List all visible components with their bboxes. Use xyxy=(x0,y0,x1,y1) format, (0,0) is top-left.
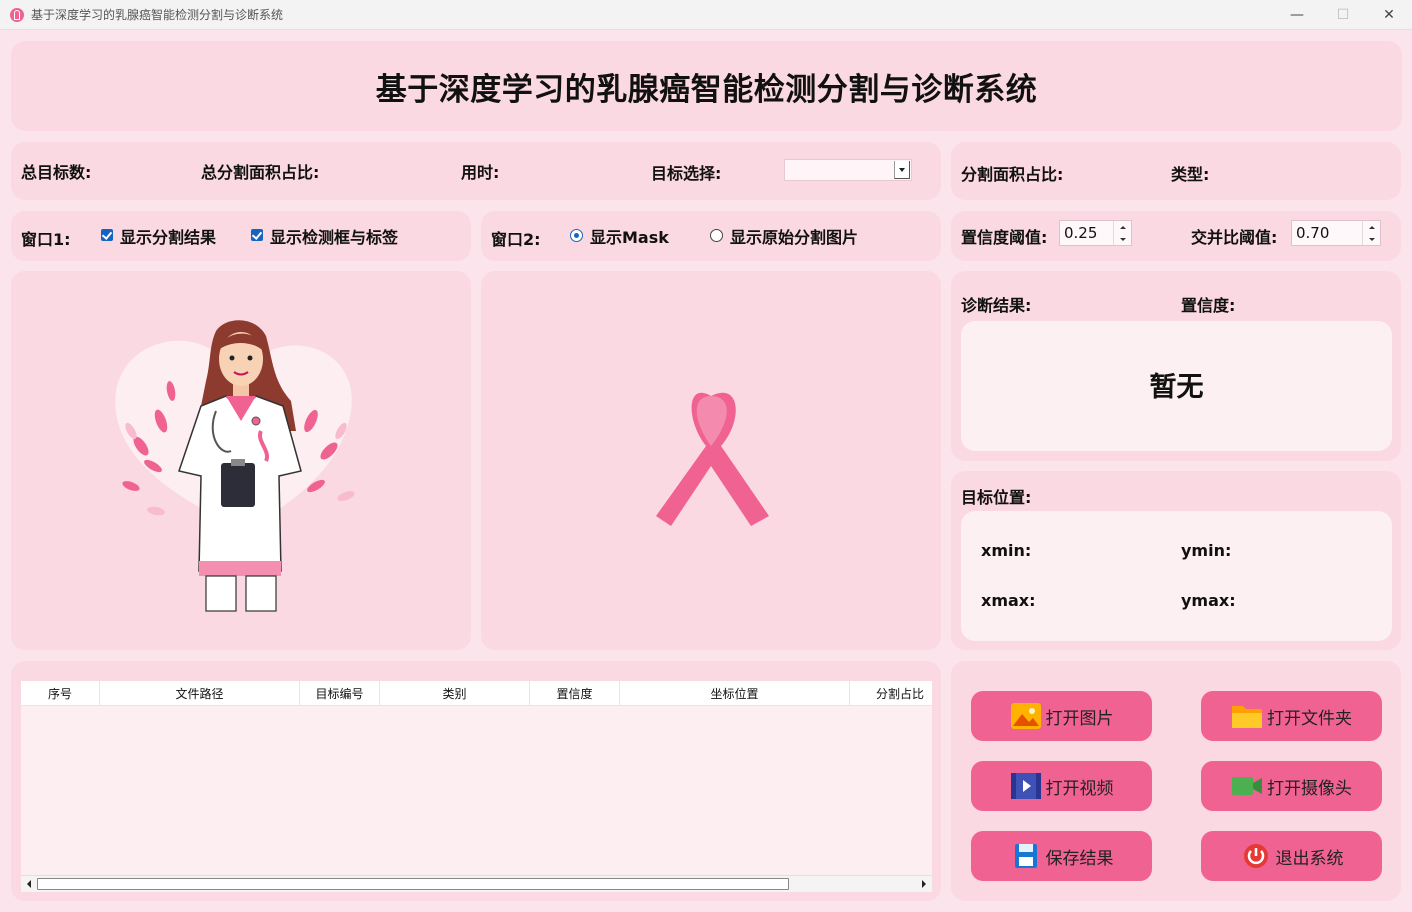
actions-panel: 打开图片 打开文件夹 打开视频 打开摄像头 保存结果 退出系统 xyxy=(951,661,1401,901)
ymin-label: ymin: xyxy=(1181,541,1232,560)
xmax-label: xmax: xyxy=(981,591,1036,610)
open-folder-label: 打开文件夹 xyxy=(1267,708,1352,729)
show-original-radio[interactable] xyxy=(710,229,723,242)
open-folder-button[interactable]: 打开文件夹 xyxy=(1201,691,1382,741)
spin-up-icon[interactable] xyxy=(1363,221,1380,233)
save-icon xyxy=(1010,842,1042,870)
conf-threshold-value: 0.25 xyxy=(1064,224,1098,242)
image-icon xyxy=(1010,702,1042,730)
diagnosis-result-label: 诊断结果: xyxy=(961,296,1032,315)
camera-icon xyxy=(1231,772,1263,800)
show-mask-radio[interactable] xyxy=(570,229,583,242)
exit-label: 退出系统 xyxy=(1275,848,1344,869)
conf-threshold-spinbox[interactable]: 0.25 xyxy=(1059,220,1132,246)
xmin-label: xmin: xyxy=(981,541,1032,560)
pink-ribbon-icon xyxy=(656,392,769,526)
target-select-label: 目标选择: xyxy=(651,164,722,183)
total-targets-label: 总目标数: xyxy=(21,163,92,182)
window1-label: 窗口1: xyxy=(21,230,71,249)
header-panel: 基于深度学习的乳腺癌智能检测分割与诊断系统 xyxy=(11,41,1402,131)
show-boxes-checkbox[interactable] xyxy=(251,229,263,241)
spin-down-icon[interactable] xyxy=(1114,233,1131,245)
horizontal-scrollbar[interactable] xyxy=(21,875,932,892)
confidence-label: 置信度: xyxy=(1181,296,1236,315)
open-video-button[interactable]: 打开视频 xyxy=(971,761,1152,811)
info-panel: 分割面积占比: 类型: xyxy=(951,142,1401,200)
time-label: 用时: xyxy=(461,163,500,182)
close-button[interactable]: ✕ xyxy=(1366,0,1412,30)
page-title: 基于深度学习的乳腺癌智能检测分割与诊断系统 xyxy=(375,71,1038,108)
column-header-class[interactable]: 类别 xyxy=(380,681,530,706)
show-original-label[interactable]: 显示原始分割图片 xyxy=(730,224,858,248)
maximize-button[interactable]: ☐ xyxy=(1320,0,1366,30)
iou-threshold-value: 0.70 xyxy=(1296,224,1330,242)
open-camera-label: 打开摄像头 xyxy=(1267,778,1352,799)
stats-panel: 总目标数: 总分割面积占比: 用时: 目标选择: xyxy=(11,142,941,200)
video-icon xyxy=(1010,772,1042,800)
column-header-seg-ratio[interactable]: 分割占比 xyxy=(850,681,932,706)
thresholds-panel: 置信度阈值: 0.25 交并比阈值: 0.70 xyxy=(951,211,1401,261)
spin-up-icon[interactable] xyxy=(1114,221,1131,233)
target-position-label: 目标位置: xyxy=(961,488,1032,507)
column-header-coordinates[interactable]: 坐标位置 xyxy=(620,681,850,706)
chevron-down-icon[interactable] xyxy=(894,161,910,179)
window-title: 基于深度学习的乳腺癌智能检测分割与诊断系统 xyxy=(31,8,284,22)
position-card: xmin: ymin: xmax: ymax: xyxy=(961,511,1392,641)
ymax-label: ymax: xyxy=(1181,591,1236,610)
show-boxes-label[interactable]: 显示检测框与标签 xyxy=(270,224,398,248)
scrollbar-thumb[interactable] xyxy=(37,878,789,890)
save-result-label: 保存结果 xyxy=(1045,848,1114,869)
column-header-target-id[interactable]: 目标编号 xyxy=(300,681,380,706)
nurse-illustration xyxy=(115,320,355,612)
title-bar: 基于深度学习的乳腺癌智能检测分割与诊断系统 — ☐ ✕ xyxy=(0,0,1412,30)
image-window-1 xyxy=(11,271,471,650)
ribbon-app-icon xyxy=(10,7,24,22)
scroll-right-icon[interactable] xyxy=(919,879,929,889)
results-table-panel: 序号 文件路径 目标编号 类别 置信度 坐标位置 分割占比 xyxy=(11,661,941,901)
total-area-ratio-label: 总分割面积占比: xyxy=(201,163,320,182)
open-video-label: 打开视频 xyxy=(1045,778,1114,799)
area-ratio-label: 分割面积占比: xyxy=(961,165,1064,184)
target-select[interactable] xyxy=(784,159,912,181)
window1-options-panel: 窗口1: 显示分割结果 显示检测框与标签 xyxy=(11,211,471,261)
diagnosis-panel: 诊断结果: 置信度: 暂无 xyxy=(951,271,1401,461)
results-table[interactable]: 序号 文件路径 目标编号 类别 置信度 坐标位置 分割占比 xyxy=(21,681,932,892)
open-image-button[interactable]: 打开图片 xyxy=(971,691,1152,741)
column-header-confidence[interactable]: 置信度 xyxy=(530,681,620,706)
show-seg-checkbox[interactable] xyxy=(101,229,113,241)
diagnosis-result-card: 暂无 xyxy=(961,321,1392,451)
show-mask-label[interactable]: 显示Mask xyxy=(590,224,669,248)
iou-threshold-spinbox[interactable]: 0.70 xyxy=(1291,220,1381,246)
exit-button[interactable]: 退出系统 xyxy=(1201,831,1382,881)
conf-threshold-label: 置信度阈值: xyxy=(961,228,1048,247)
position-panel: 目标位置: xmin: ymin: xmax: ymax: xyxy=(951,471,1401,650)
open-camera-button[interactable]: 打开摄像头 xyxy=(1201,761,1382,811)
spin-down-icon[interactable] xyxy=(1363,233,1380,245)
column-header-file-path[interactable]: 文件路径 xyxy=(100,681,300,706)
minimize-button[interactable]: — xyxy=(1274,0,1320,30)
iou-threshold-label: 交并比阈值: xyxy=(1191,228,1278,247)
table-header: 序号 文件路径 目标编号 类别 置信度 坐标位置 分割占比 xyxy=(21,681,932,706)
image-window-2 xyxy=(481,271,941,650)
open-image-label: 打开图片 xyxy=(1045,708,1114,729)
scroll-left-icon[interactable] xyxy=(24,879,34,889)
window2-options-panel: 窗口2: 显示Mask 显示原始分割图片 xyxy=(481,211,941,261)
window2-label: 窗口2: xyxy=(491,230,541,249)
diagnosis-result-value: 暂无 xyxy=(1149,372,1204,403)
type-label: 类型: xyxy=(1171,165,1210,184)
power-icon xyxy=(1240,842,1272,870)
folder-icon xyxy=(1231,702,1263,730)
show-seg-label[interactable]: 显示分割结果 xyxy=(120,224,216,248)
column-header-index[interactable]: 序号 xyxy=(21,681,100,706)
save-result-button[interactable]: 保存结果 xyxy=(971,831,1152,881)
